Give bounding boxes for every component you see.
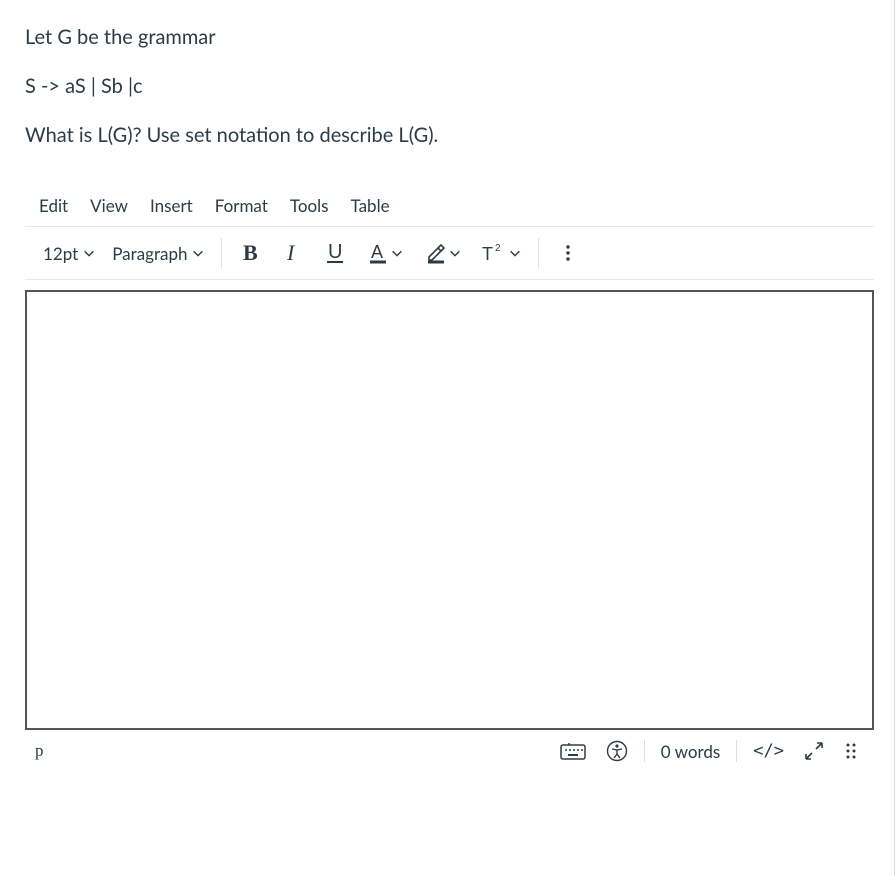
chevron-down-icon	[390, 246, 404, 260]
drag-handle-icon	[844, 741, 858, 761]
chevron-down-icon	[191, 246, 205, 260]
chevron-down-icon	[82, 246, 96, 260]
font-size-select[interactable]: 12pt	[35, 239, 104, 268]
chevron-down-icon	[508, 246, 522, 260]
menu-table[interactable]: Table	[351, 195, 390, 216]
menu-view[interactable]: View	[90, 195, 128, 216]
resize-handle[interactable]	[834, 741, 868, 761]
editor-menubar: Edit View Insert Format Tools Table	[25, 189, 874, 227]
element-path[interactable]: p	[31, 741, 44, 761]
block-format-select[interactable]: Paragraph	[104, 239, 213, 268]
svg-text:2: 2	[495, 243, 501, 254]
question-line-2: S -> aS | Sb |c	[25, 73, 874, 100]
more-tools-button[interactable]	[547, 235, 589, 271]
italic-icon: I	[281, 241, 305, 265]
svg-text:U: U	[328, 241, 342, 263]
text-color-button[interactable]: A	[356, 235, 414, 271]
chevron-down-icon	[448, 246, 462, 260]
editor-content-area[interactable]	[25, 290, 874, 730]
html-view-label: </>	[753, 741, 784, 761]
font-size-label: 12pt	[43, 243, 78, 264]
bold-button[interactable]: B	[230, 235, 272, 271]
statusbar-separator	[736, 740, 737, 762]
highlighter-icon	[424, 241, 448, 265]
menu-edit[interactable]: Edit	[39, 195, 68, 216]
editor-toolbar: 12pt Paragraph B I U A	[25, 227, 874, 280]
question-prompt: Let G be the grammar S -> aS | Sb |c Wha…	[25, 24, 874, 149]
html-view-button[interactable]: </>	[743, 741, 794, 761]
toolbar-separator	[221, 238, 222, 268]
statusbar-separator	[644, 740, 645, 762]
underline-icon: U	[323, 241, 347, 265]
word-count[interactable]: 0 words	[651, 741, 730, 762]
accessibility-checker-button[interactable]	[596, 740, 638, 762]
menu-tools[interactable]: Tools	[290, 195, 329, 216]
svg-text:I: I	[286, 241, 296, 265]
highlight-color-button[interactable]	[414, 235, 472, 271]
keyboard-shortcuts-button[interactable]	[550, 741, 596, 761]
superscript-button[interactable]: T 2	[472, 235, 530, 271]
keyboard-icon	[560, 741, 586, 761]
question-line-3: What is L(G)? Use set notation to descri…	[25, 122, 874, 149]
editor-statusbar: p 0 words </>	[25, 730, 874, 764]
bold-icon: B	[239, 241, 263, 265]
question-line-1: Let G be the grammar	[25, 24, 874, 51]
kebab-icon	[558, 243, 578, 263]
menu-insert[interactable]: Insert	[150, 195, 193, 216]
svg-text:T: T	[482, 244, 493, 264]
expand-icon	[804, 741, 824, 761]
toolbar-separator	[538, 238, 539, 268]
svg-text:A: A	[371, 242, 383, 262]
fullscreen-button[interactable]	[794, 741, 834, 761]
svg-text:B: B	[243, 241, 258, 265]
superscript-icon: T 2	[480, 241, 508, 265]
menu-format[interactable]: Format	[215, 195, 268, 216]
accessibility-icon	[606, 740, 628, 762]
rich-text-editor: Edit View Insert Format Tools Table 12pt…	[25, 189, 874, 764]
underline-button[interactable]: U	[314, 235, 356, 271]
text-color-icon: A	[366, 241, 390, 265]
italic-button[interactable]: I	[272, 235, 314, 271]
block-format-label: Paragraph	[112, 243, 187, 264]
